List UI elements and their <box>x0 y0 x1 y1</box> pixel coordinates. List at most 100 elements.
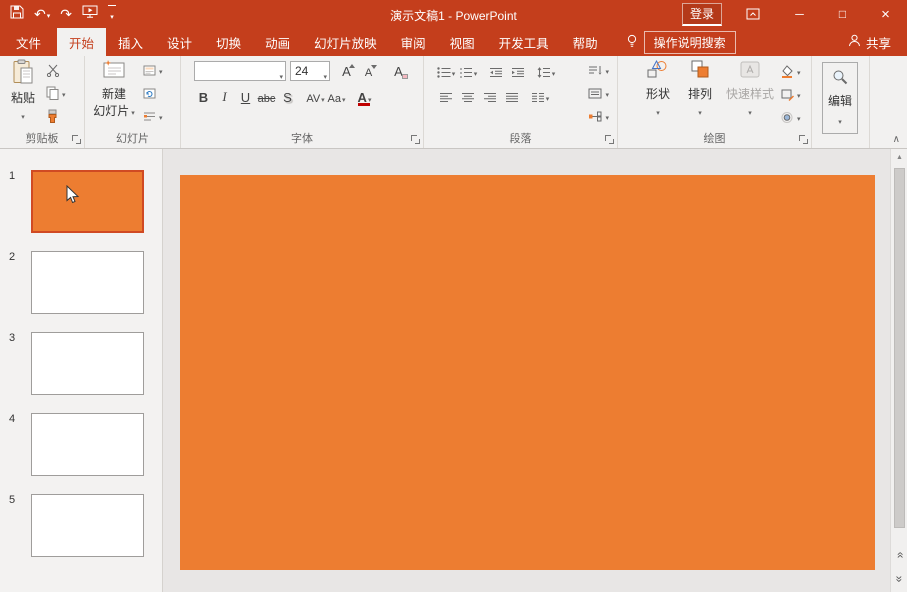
underline-button[interactable]: U <box>236 87 255 107</box>
group-slides: 新建 幻灯片 幻灯片 <box>85 56 181 148</box>
slide-number: 5 <box>9 494 15 506</box>
paste-dropdown-icon[interactable] <box>21 108 25 123</box>
previous-slide-button[interactable]: » <box>891 546 907 563</box>
slide-thumbnail-5[interactable] <box>31 494 144 557</box>
ribbon-display-options-icon[interactable] <box>746 8 760 20</box>
collapse-ribbon-icon[interactable]: ∧ <box>893 134 900 145</box>
bullets-button[interactable] <box>436 62 456 82</box>
tab-file[interactable]: 文件 <box>0 28 57 56</box>
convert-to-smartart-button[interactable] <box>588 107 609 125</box>
sign-in-button[interactable]: 登录 <box>682 3 722 26</box>
font-size-combo[interactable]: 24 <box>290 61 330 81</box>
minimize-button[interactable]: ─ <box>778 0 821 28</box>
font-color-button[interactable]: A <box>355 87 374 107</box>
group-font: 24 A A A B I U abc S AV Aa A 字体 <box>181 56 424 148</box>
tab-transitions[interactable]: 切换 <box>204 28 253 56</box>
shape-outline-button[interactable] <box>780 85 801 103</box>
bold-button[interactable]: B <box>194 87 213 107</box>
paragraph-dialog-launcher-icon[interactable] <box>605 135 614 144</box>
close-button[interactable]: × <box>864 0 907 28</box>
workspace: 1 2 3 4 5 <box>0 149 907 592</box>
tab-insert[interactable]: 插入 <box>106 28 155 56</box>
font-dialog-launcher-icon[interactable] <box>411 135 420 144</box>
cut-button[interactable] <box>46 61 66 79</box>
group-editing: 编辑 <box>812 56 870 148</box>
tab-home[interactable]: 开始 <box>57 28 106 56</box>
text-shadow-button[interactable]: S <box>278 87 297 107</box>
clear-formatting-button[interactable]: A <box>389 61 408 81</box>
align-left-button[interactable] <box>436 87 456 107</box>
slide-thumbnail-3[interactable] <box>31 332 144 395</box>
strikethrough-button[interactable]: abc <box>257 87 276 107</box>
change-case-button[interactable]: Aa <box>327 87 346 107</box>
titlebar-controls: 登录 ─ □ × <box>682 0 907 28</box>
save-icon[interactable] <box>10 5 24 24</box>
slide-thumbnail-4[interactable] <box>31 413 144 476</box>
ribbon: 粘贴 剪贴板 新建 幻灯片 幻灯片 <box>0 56 907 149</box>
drawing-dialog-launcher-icon[interactable] <box>799 135 808 144</box>
scrollbar-thumb[interactable] <box>894 168 905 528</box>
slide-layout-button[interactable] <box>143 61 163 79</box>
justify-button[interactable] <box>502 87 522 107</box>
grow-font-button[interactable]: A <box>337 61 356 81</box>
align-center-button[interactable] <box>458 87 478 107</box>
slide-thumbnail-1[interactable] <box>31 170 144 233</box>
decrease-indent-button[interactable] <box>486 62 506 82</box>
line-spacing-button[interactable] <box>536 62 556 82</box>
text-direction-button[interactable] <box>588 61 609 79</box>
font-group-label: 字体 <box>181 130 423 146</box>
numbering-button[interactable] <box>458 62 478 82</box>
slide-thumbnail-2[interactable] <box>31 251 144 314</box>
tab-slideshow[interactable]: 幻灯片放映 <box>302 28 389 56</box>
undo-icon[interactable]: ↶ <box>34 7 46 21</box>
copy-button[interactable] <box>46 84 66 102</box>
next-slide-button[interactable]: » <box>891 570 907 587</box>
scroll-up-icon[interactable]: ▲ <box>891 149 907 166</box>
section-button[interactable] <box>143 107 163 125</box>
thumbnail-row-1: 1 <box>0 170 162 233</box>
slide-canvas-area[interactable] <box>164 149 890 592</box>
reset-slide-button[interactable] <box>143 84 163 102</box>
thumbnail-row-5: 5 <box>0 494 162 557</box>
increase-indent-button[interactable] <box>508 62 528 82</box>
tab-animations[interactable]: 动画 <box>253 28 302 56</box>
arrange-icon <box>690 59 710 85</box>
shape-effects-button[interactable] <box>780 108 801 126</box>
tab-help[interactable]: 帮助 <box>561 28 610 56</box>
slides-group-label: 幻灯片 <box>85 130 180 146</box>
font-size-value: 24 <box>295 64 315 78</box>
start-slideshow-icon[interactable] <box>82 5 98 23</box>
customize-qat-icon[interactable] <box>108 5 116 23</box>
share-button[interactable]: 共享 <box>848 28 891 56</box>
editing-button[interactable]: 编辑 <box>822 62 858 134</box>
slide-thumbnail-panel[interactable]: 1 2 3 4 5 <box>0 149 163 592</box>
tab-design[interactable]: 设计 <box>155 28 204 56</box>
shapes-button[interactable]: 形状 <box>638 59 678 127</box>
redo-icon[interactable]: ↷ <box>60 7 72 21</box>
italic-button[interactable]: I <box>215 87 234 107</box>
new-slide-button[interactable]: 新建 幻灯片 <box>91 59 137 127</box>
clipboard-dialog-launcher-icon[interactable] <box>72 135 81 144</box>
current-slide[interactable] <box>180 175 875 570</box>
align-text-button[interactable] <box>588 84 609 102</box>
tab-view[interactable]: 视图 <box>438 28 487 56</box>
character-spacing-button[interactable]: AV <box>306 87 325 107</box>
align-right-button[interactable] <box>480 87 500 107</box>
format-painter-button[interactable] <box>46 107 66 125</box>
maximize-button[interactable]: □ <box>821 0 864 28</box>
vertical-scrollbar[interactable]: ▲ » » <box>890 149 907 592</box>
tab-developer[interactable]: 开发工具 <box>487 28 561 56</box>
columns-button[interactable] <box>530 87 550 107</box>
tab-review[interactable]: 审阅 <box>389 28 438 56</box>
quick-styles-button[interactable]: 快速样式 <box>722 59 778 127</box>
tell-me-search[interactable]: 操作说明搜索 <box>626 28 736 56</box>
shrink-font-button[interactable]: A <box>359 61 378 81</box>
shape-fill-button[interactable] <box>780 62 801 80</box>
undo-dropdown-icon[interactable] <box>47 6 51 22</box>
slide-number: 4 <box>9 413 15 425</box>
font-name-combo[interactable] <box>194 61 286 81</box>
paste-button[interactable]: 粘贴 <box>3 59 43 127</box>
thumbnail-row-3: 3 <box>0 332 162 395</box>
paste-clipboard-icon <box>12 59 34 89</box>
arrange-button[interactable]: 排列 <box>680 59 720 127</box>
